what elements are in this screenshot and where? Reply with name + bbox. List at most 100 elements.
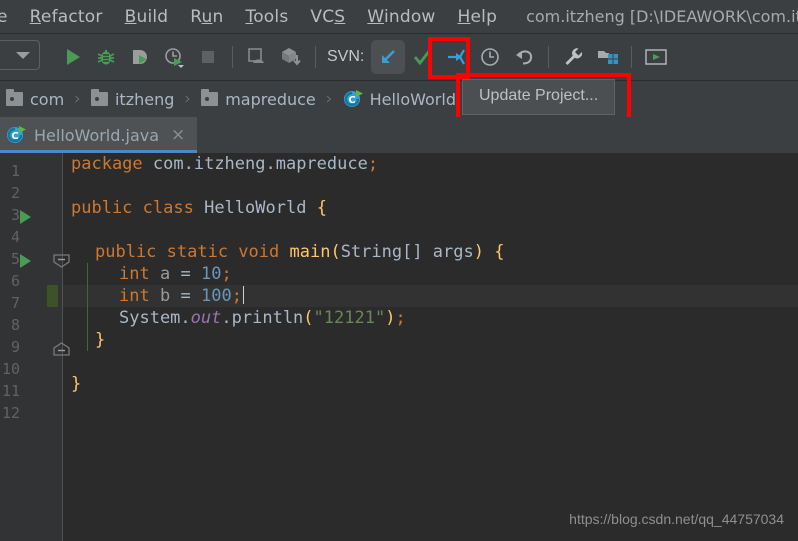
menu-item-refactor[interactable]: Refactor — [19, 7, 114, 27]
tooltip-text: Update Project... — [462, 79, 616, 115]
menu-mnemonic: H — [457, 6, 471, 27]
svg-text:C: C — [11, 131, 18, 142]
idea-window: e Refactor Build Run Tools VCS Window He… — [0, 0, 798, 541]
breadcrumb: com › itzheng › mapreduce › C HelloWorld — [0, 81, 798, 117]
cube-down-arrow-icon — [282, 48, 301, 66]
settings-button[interactable] — [556, 40, 590, 74]
build-hammer-icon — [248, 48, 264, 63]
update-project-button[interactable] — [371, 40, 406, 74]
toolbar-divider — [232, 46, 233, 68]
run-window-button[interactable] — [639, 40, 673, 74]
breadcrumb-separator: › — [74, 89, 81, 109]
run-with-coverage-button[interactable] — [123, 40, 157, 74]
java-class-icon: C — [7, 126, 26, 143]
menu-item-window[interactable]: Window — [356, 7, 446, 27]
run-window-icon — [645, 49, 668, 65]
menu-bar: e Refactor Build Run Tools VCS Window He… — [0, 0, 798, 33]
stop-button[interactable] — [191, 40, 225, 74]
undo-arrow-icon — [516, 50, 533, 65]
build-project-button[interactable] — [240, 40, 274, 74]
breadcrumb-item-mapreduce-label: mapreduce — [225, 89, 316, 109]
close-icon[interactable]: × — [171, 126, 185, 144]
bug-icon — [97, 50, 115, 65]
compare-with-latest-button[interactable] — [439, 40, 473, 74]
breadcrumb-item-itzheng[interactable]: itzheng — [90, 89, 175, 109]
menu-mnemonic: u — [201, 6, 213, 27]
code-line-5: public static void main(String[] args) { — [95, 242, 505, 262]
line-number: 6 — [10, 272, 20, 290]
svg-text:C: C — [348, 95, 355, 106]
debug-button[interactable] — [89, 40, 123, 74]
show-history-button[interactable] — [473, 40, 507, 74]
stop-icon — [202, 51, 214, 63]
run-class-marker[interactable] — [20, 210, 31, 224]
line-number: 2 — [10, 184, 20, 202]
profiler-clock-icon — [165, 48, 184, 68]
breadcrumb-separator: › — [325, 89, 333, 109]
line-number: 10 — [1, 360, 20, 378]
folder-icon — [201, 89, 219, 106]
code-line-1: package com.itzheng.mapreduce; — [71, 154, 379, 174]
run-configuration-selector[interactable] — [0, 40, 40, 70]
folder-icon — [6, 89, 23, 106]
breadcrumb-item-helloworld-label: HelloWorld — [369, 89, 456, 109]
code-line-6: int a = 10; — [119, 264, 232, 284]
profiler-button[interactable] — [157, 40, 191, 74]
line-number: 3 — [10, 206, 20, 224]
menu-item-tools[interactable]: Tools — [235, 7, 300, 27]
project-title: com.itzheng [D:\IDEAWORK\com.itzh — [526, 7, 798, 26]
sync-module-button[interactable] — [274, 40, 308, 74]
watermark: https://blog.csdn.net/qq_44757034 — [569, 511, 784, 527]
menu-item-code-label: e — [0, 6, 8, 27]
vcs-change-marker — [47, 285, 58, 307]
line-number: 8 — [10, 316, 20, 334]
menu-item-vcs-prefix: VC — [310, 6, 335, 27]
menu-item-build-label: uild — [136, 6, 169, 27]
menu-item-code[interactable]: e — [0, 7, 19, 27]
run-icon — [67, 49, 80, 65]
compare-arrows-icon — [448, 49, 466, 65]
menu-item-help-label: elp — [470, 6, 498, 27]
code-editor[interactable]: 1 2 3 4 5 6 7 8 9 10 11 12 package com.i… — [0, 153, 798, 541]
arrow-down-left-icon — [382, 50, 396, 63]
run-button[interactable] — [55, 40, 89, 74]
toolbar-divider — [548, 46, 550, 68]
menu-item-vcs[interactable]: VCS — [299, 7, 356, 27]
code-line-3: public class HelloWorld { — [71, 198, 327, 218]
breadcrumb-item-itzheng-label: itzheng — [114, 89, 175, 109]
menu-item-help[interactable]: Help — [447, 7, 509, 27]
line-number: 11 — [1, 382, 20, 400]
indent-guide-changed — [87, 263, 88, 351]
clock-history-icon — [481, 48, 500, 66]
commit-button[interactable] — [405, 40, 439, 74]
code-line-7: int b = 100; — [119, 286, 244, 306]
menu-item-run[interactable]: Run — [179, 7, 234, 27]
editor-tabs: C HelloWorld.java × — [0, 117, 798, 153]
breadcrumb-item-com[interactable]: com — [6, 89, 64, 109]
breadcrumb-separator: › — [184, 89, 192, 109]
menu-item-refactor-label: efactor — [40, 6, 103, 27]
svn-label: SVN: — [327, 48, 365, 65]
project-structure-icon — [598, 51, 619, 64]
menu-mnemonic: S — [334, 6, 346, 27]
menu-item-tools-label: ools — [253, 6, 289, 27]
menu-item-build[interactable]: Build — [114, 7, 180, 27]
line-number: 7 — [10, 294, 20, 312]
toolbar-divider — [631, 46, 633, 68]
run-method-marker[interactable] — [20, 254, 31, 268]
check-icon — [414, 49, 432, 66]
rollback-button[interactable] — [507, 40, 541, 74]
project-structure-button[interactable] — [590, 40, 624, 74]
editor-tab-helloworld[interactable]: C HelloWorld.java × — [0, 117, 198, 153]
breadcrumb-item-helloworld[interactable]: C HelloWorld — [343, 89, 456, 109]
wrench-icon — [565, 48, 583, 65]
menu-mnemonic: B — [124, 6, 137, 27]
code-content[interactable]: package com.itzheng.mapreduce; public cl… — [63, 153, 798, 541]
main-toolbar: SVN: — [0, 34, 798, 80]
java-class-icon: C — [343, 90, 363, 107]
code-line-8: System.out.println("12121"); — [119, 308, 406, 328]
breadcrumb-item-mapreduce[interactable]: mapreduce — [201, 89, 316, 109]
line-number: 12 — [1, 404, 20, 422]
line-number: 5 — [10, 250, 20, 268]
menu-mnemonic: R — [29, 6, 41, 27]
